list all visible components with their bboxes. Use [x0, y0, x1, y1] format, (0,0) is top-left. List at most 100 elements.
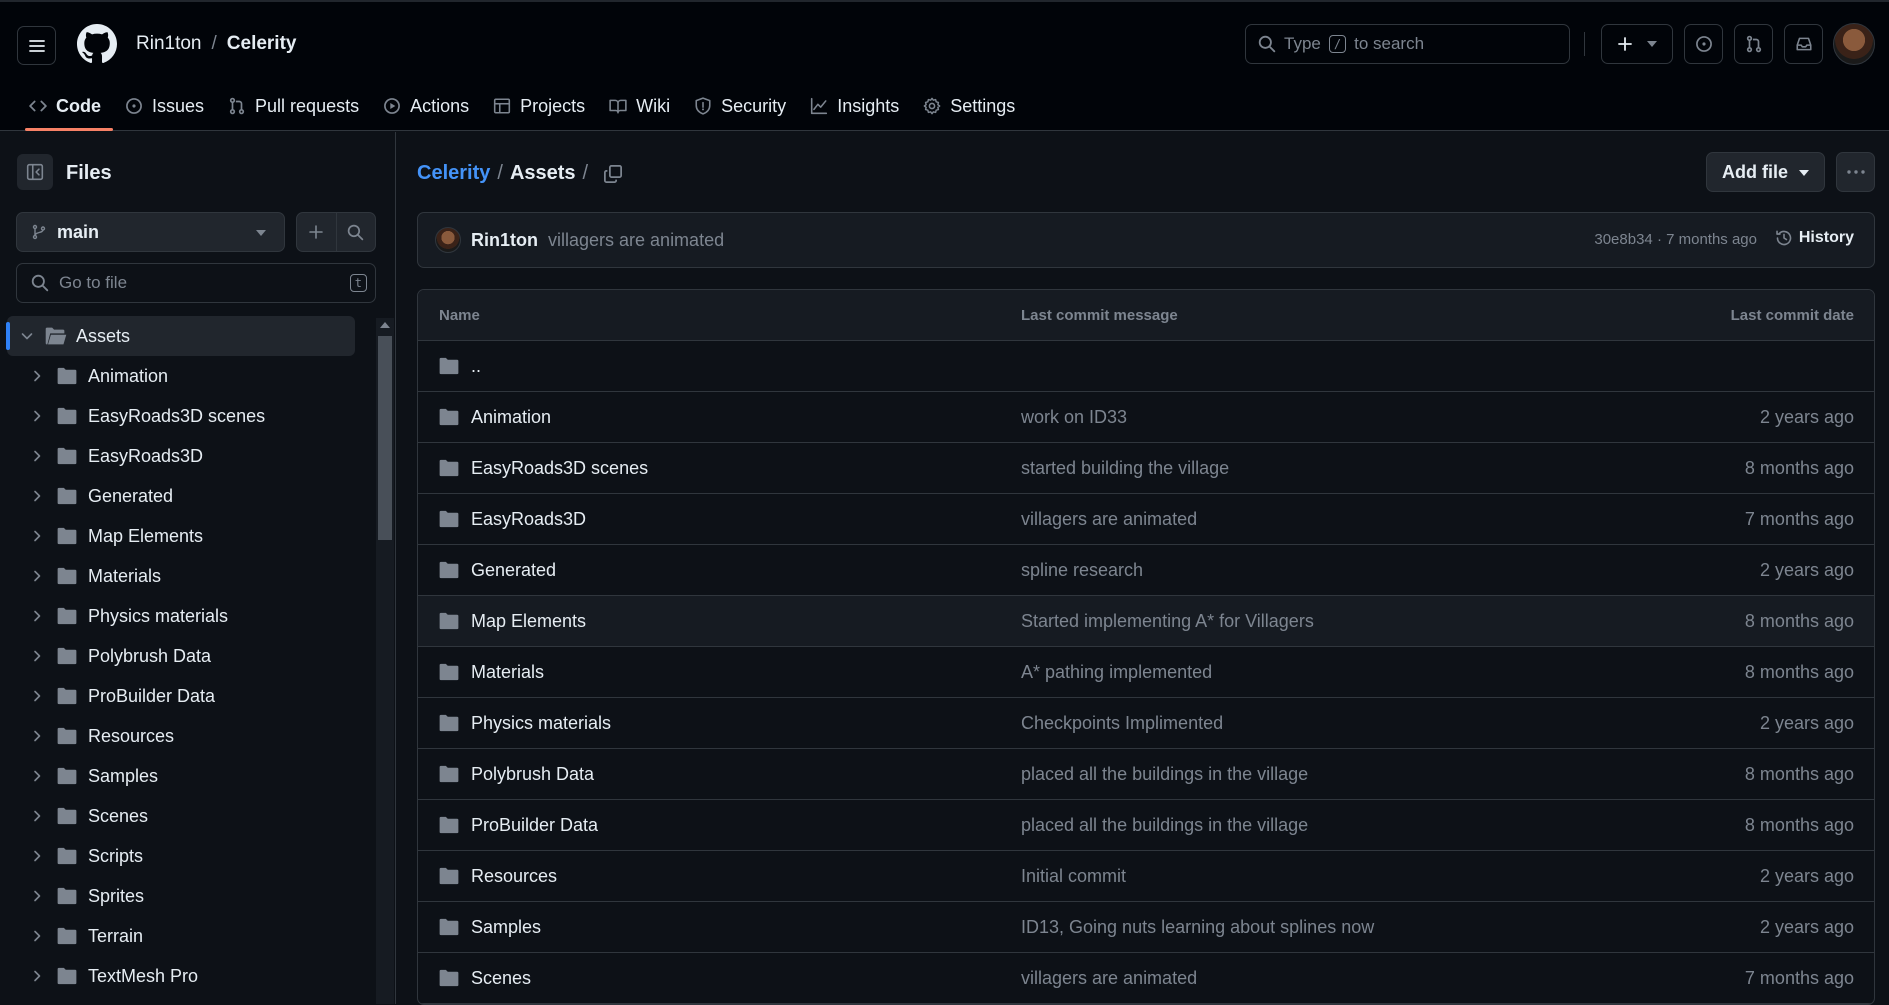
issues-button[interactable]	[1684, 24, 1723, 64]
tree-item[interactable]: Resources	[0, 716, 362, 756]
tab-wiki[interactable]: Wiki	[597, 84, 682, 128]
table-row[interactable]: Map Elements Started implementing A* for …	[418, 596, 1874, 647]
table-row[interactable]: Animation work on ID33 2 years ago	[418, 392, 1874, 443]
chevron-right-icon[interactable]	[29, 608, 45, 624]
github-logo-icon[interactable]	[77, 24, 117, 64]
tree-item[interactable]: Polybrush Data	[0, 636, 362, 676]
chevron-right-icon[interactable]	[29, 688, 45, 704]
add-file-sidebar-button[interactable]	[297, 213, 337, 251]
commit-author[interactable]: Rin1ton	[471, 230, 538, 251]
file-name-link[interactable]: Resources	[471, 866, 557, 887]
scroll-up-arrow-icon[interactable]	[380, 322, 390, 328]
tree-item-root[interactable]: Assets	[6, 316, 355, 356]
branch-selector[interactable]: main	[16, 212, 285, 252]
table-row[interactable]: Polybrush Data placed all the buildings i…	[418, 749, 1874, 800]
commit-message[interactable]: villagers are animated	[548, 230, 724, 251]
chevron-down-icon[interactable]	[19, 328, 35, 344]
chevron-right-icon[interactable]	[29, 888, 45, 904]
chevron-right-icon[interactable]	[29, 928, 45, 944]
tab-actions[interactable]: Actions	[371, 84, 481, 128]
commit-message-link[interactable]: villagers are animated	[1021, 968, 1197, 989]
file-name-link[interactable]: EasyRoads3D	[471, 509, 586, 530]
chevron-right-icon[interactable]	[29, 968, 45, 984]
file-name-link[interactable]: Map Elements	[471, 611, 586, 632]
chevron-right-icon[interactable]	[29, 848, 45, 864]
table-row[interactable]: ProBuilder Data placed all the buildings …	[418, 800, 1874, 851]
commit-message-link[interactable]: placed all the buildings in the village	[1021, 764, 1308, 785]
chevron-right-icon[interactable]	[29, 488, 45, 504]
tree-item[interactable]: Samples	[0, 756, 362, 796]
tree-item[interactable]: ProBuilder Data	[0, 676, 362, 716]
tree-item[interactable]: Animation	[0, 356, 362, 396]
file-name-link[interactable]: Animation	[471, 407, 551, 428]
file-name-link[interactable]: EasyRoads3D scenes	[471, 458, 648, 479]
file-name-link[interactable]: Samples	[471, 917, 541, 938]
table-row[interactable]: Materials A* pathing implemented 8 months …	[418, 647, 1874, 698]
chevron-right-icon[interactable]	[29, 448, 45, 464]
pull-requests-button[interactable]	[1734, 24, 1773, 64]
global-search-input[interactable]: Type / to search	[1245, 24, 1570, 64]
tree-item[interactable]: Map Elements	[0, 516, 362, 556]
breadcrumb-repo-link[interactable]: Celerity	[417, 162, 490, 185]
create-new-button[interactable]	[1601, 24, 1673, 64]
file-name-link[interactable]: Physics materials	[471, 713, 611, 734]
commit-message-link[interactable]: villagers are animated	[1021, 509, 1197, 530]
menu-button[interactable]	[17, 26, 56, 65]
history-button[interactable]: History	[1775, 229, 1854, 247]
file-name-link[interactable]: Materials	[471, 662, 544, 683]
chevron-right-icon[interactable]	[29, 528, 45, 544]
chevron-right-icon[interactable]	[29, 648, 45, 664]
chevron-right-icon[interactable]	[29, 728, 45, 744]
tab-code[interactable]: Code	[17, 84, 113, 131]
commit-author-avatar[interactable]	[435, 227, 461, 253]
tree-item[interactable]: TextMesh Pro	[0, 956, 362, 996]
commit-message-link[interactable]: Started implementing A* for Villagers	[1021, 611, 1314, 632]
file-name-link[interactable]: ProBuilder Data	[471, 815, 598, 836]
tab-issues[interactable]: Issues	[113, 84, 216, 128]
repo-owner-link[interactable]: Rin1ton	[136, 33, 202, 55]
tree-item[interactable]: Sprites	[0, 876, 362, 916]
chevron-right-icon[interactable]	[29, 568, 45, 584]
tab-pull-requests[interactable]: Pull requests	[216, 84, 371, 128]
tree-item[interactable]: Generated	[0, 476, 362, 516]
commit-message-link[interactable]: Initial commit	[1021, 866, 1126, 887]
table-row[interactable]: Scenes villagers are animated 7 months ago	[418, 953, 1874, 1004]
file-name-link[interactable]: Polybrush Data	[471, 764, 594, 785]
repo-name-link[interactable]: Celerity	[227, 33, 297, 55]
tree-item[interactable]: Scenes	[0, 796, 362, 836]
add-file-button[interactable]: Add file	[1706, 152, 1825, 192]
tree-item[interactable]: Terrain	[0, 916, 362, 956]
commit-message-link[interactable]: placed all the buildings in the village	[1021, 815, 1308, 836]
commit-message-link[interactable]: work on ID33	[1021, 407, 1127, 428]
more-options-button[interactable]	[1836, 152, 1875, 192]
commit-message-link[interactable]: A* pathing implemented	[1021, 662, 1212, 683]
tree-item[interactable]: Materials	[0, 556, 362, 596]
table-row[interactable]: EasyRoads3D villagers are animated 7 month…	[418, 494, 1874, 545]
table-row[interactable]: EasyRoads3D scenes started building the v…	[418, 443, 1874, 494]
table-row[interactable]: Resources Initial commit 2 years ago	[418, 851, 1874, 902]
commit-message-link[interactable]: ID13, Going nuts learning about splines …	[1021, 917, 1374, 938]
table-row[interactable]: Generated spline research 2 years ago	[418, 545, 1874, 596]
copy-icon[interactable]	[603, 164, 623, 184]
search-files-button[interactable]	[337, 213, 376, 251]
sidebar-scrollbar-thumb[interactable]	[378, 336, 392, 540]
commit-message-link[interactable]: Checkpoints Implimented	[1021, 713, 1223, 734]
tree-item[interactable]: Physics materials	[0, 596, 362, 636]
commit-message-link[interactable]: spline research	[1021, 560, 1143, 581]
file-name-link[interactable]: ..	[471, 356, 481, 377]
collapse-sidebar-button[interactable]	[17, 154, 53, 190]
file-name-link[interactable]: Scenes	[471, 968, 531, 989]
table-row[interactable]: Physics materials Checkpoints Implimented…	[418, 698, 1874, 749]
chevron-right-icon[interactable]	[29, 768, 45, 784]
tab-security[interactable]: Security	[682, 84, 798, 128]
chevron-right-icon[interactable]	[29, 808, 45, 824]
tree-item[interactable]: EasyRoads3D scenes	[0, 396, 362, 436]
tab-insights[interactable]: Insights	[798, 84, 911, 128]
tab-settings[interactable]: Settings	[911, 84, 1027, 128]
commit-hash-and-time[interactable]: 30e8b34 · 7 months ago	[1594, 231, 1757, 248]
chevron-right-icon[interactable]	[29, 368, 45, 384]
tree-item[interactable]: EasyRoads3D	[0, 436, 362, 476]
commit-message-link[interactable]: started building the village	[1021, 458, 1229, 479]
user-avatar[interactable]	[1833, 23, 1875, 65]
tab-projects[interactable]: Projects	[481, 84, 597, 128]
